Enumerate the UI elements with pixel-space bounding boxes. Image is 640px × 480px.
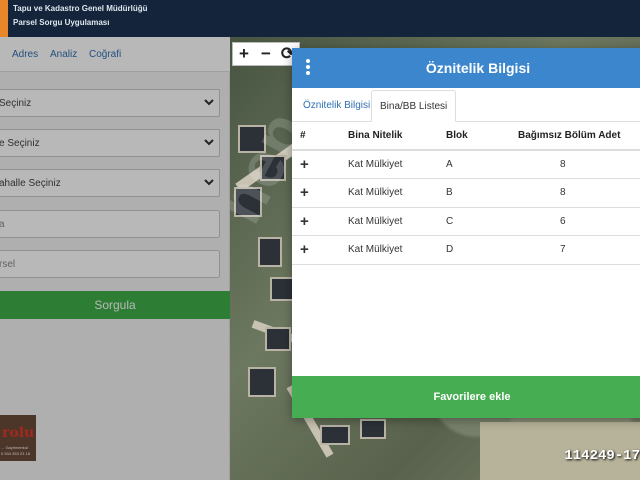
attribute-modal: Öznitelik Bilgisi Öznitelik Bilgisi Bina… bbox=[292, 48, 640, 418]
modal-title: Öznitelik Bilgisi bbox=[425, 60, 531, 76]
tab-bina-bb-listesi[interactable]: Bina/BB Listesi bbox=[371, 90, 457, 122]
table-row: + Kat Mülkiyet A 8 bbox=[292, 150, 640, 179]
col-header-adet: Bağımsız Bölüm Adet bbox=[518, 121, 640, 151]
app-header: Tapu ve Kadastro Genel Müdürlüğü Parsel … bbox=[0, 0, 640, 37]
tab-adres[interactable]: Adres bbox=[12, 49, 38, 60]
logo-subtitle: ... Gayrimenkul bbox=[1, 445, 28, 450]
col-header-index: # bbox=[292, 121, 340, 151]
tab-oznitelik-bilgisi[interactable]: Öznitelik Bilgisi bbox=[295, 90, 378, 122]
agency-logo: rolu ... Gayrimenkul 0 534 353 23 18 bbox=[0, 415, 36, 461]
col-header-nitelik: Bina Nitelik bbox=[340, 121, 436, 151]
zoom-in-button[interactable]: + bbox=[233, 43, 255, 65]
add-favorite-button[interactable]: Favorilere ekle bbox=[292, 376, 640, 418]
modal-tabs: Öznitelik Bilgisi Bina/BB Listesi bbox=[292, 90, 640, 122]
logo-phone: 0 534 353 23 18 bbox=[1, 451, 30, 456]
expand-row-icon[interactable]: + bbox=[300, 156, 309, 173]
map-building bbox=[270, 277, 294, 301]
cell-nitelik: Kat Mülkiyet bbox=[340, 235, 436, 265]
chevron-down-icon bbox=[204, 179, 214, 186]
parsel-input-placeholder: rsel bbox=[0, 259, 16, 270]
header-title: Tapu ve Kadastro Genel Müdürlüğü bbox=[13, 4, 148, 13]
expand-row-icon[interactable]: + bbox=[300, 213, 309, 230]
ada-input-placeholder: a bbox=[0, 219, 5, 230]
table-row: + Kat Mülkiyet C 6 bbox=[292, 207, 640, 236]
query-panel: Adres Analiz Coğrafi Seçiniz e Seçiniz a… bbox=[0, 37, 230, 480]
cell-nitelik: Kat Mülkiyet bbox=[340, 150, 436, 179]
expand-row-icon[interactable]: + bbox=[300, 241, 309, 258]
header-accent bbox=[0, 0, 8, 37]
cell-adet: 7 bbox=[518, 235, 640, 265]
zoom-out-button[interactable]: − bbox=[255, 43, 277, 65]
cell-adet: 8 bbox=[518, 150, 640, 179]
modal-header: Öznitelik Bilgisi bbox=[292, 48, 640, 88]
cell-nitelik: Kat Mülkiyet bbox=[340, 178, 436, 208]
header-subtitle: Parsel Sorgu Uygulaması bbox=[13, 18, 110, 27]
logo-text: rolu bbox=[2, 425, 35, 441]
chevron-down-icon bbox=[204, 139, 214, 146]
map-building bbox=[265, 327, 291, 351]
query-tabs: Adres Analiz Coğrafi bbox=[0, 37, 230, 72]
col-header-blok: Blok bbox=[436, 121, 518, 151]
tab-analiz[interactable]: Analiz bbox=[50, 49, 77, 60]
ilce-select[interactable]: e Seçiniz bbox=[0, 129, 220, 157]
chevron-down-icon bbox=[204, 99, 214, 106]
cell-blok: C bbox=[436, 207, 518, 236]
cell-adet: 8 bbox=[518, 178, 640, 208]
ilce-select-value: e Seçiniz bbox=[0, 138, 40, 149]
il-select[interactable]: Seçiniz bbox=[0, 89, 220, 117]
cell-blok: D bbox=[436, 235, 518, 265]
map-building bbox=[360, 419, 386, 439]
table-row: + Kat Mülkiyet B 8 bbox=[292, 178, 640, 208]
cell-blok: B bbox=[436, 178, 518, 208]
table-header-row: # Bina Nitelik Blok Bağımsız Bölüm Adet bbox=[292, 121, 640, 151]
cell-nitelik: Kat Mülkiyet bbox=[340, 207, 436, 236]
map-building bbox=[258, 237, 282, 267]
building-table: # Bina Nitelik Blok Bağımsız Bölüm Adet … bbox=[292, 121, 640, 265]
parsel-input[interactable]: rsel bbox=[0, 250, 220, 278]
table-row: + Kat Mülkiyet D 7 bbox=[292, 235, 640, 265]
expand-row-icon[interactable]: + bbox=[300, 184, 309, 201]
tab-cografi[interactable]: Coğrafi bbox=[89, 49, 121, 60]
map-toolbar: + − ⟳ bbox=[232, 42, 300, 66]
sorgula-button[interactable]: Sorgula bbox=[0, 291, 230, 319]
il-select-value: Seçiniz bbox=[0, 98, 32, 109]
cell-blok: A bbox=[436, 150, 518, 179]
mahalle-select[interactable]: ahalle Seçiniz bbox=[0, 169, 220, 197]
map-building bbox=[248, 367, 276, 397]
map-building bbox=[320, 425, 350, 445]
cell-adet: 6 bbox=[518, 207, 640, 236]
mahalle-select-value: ahalle Seçiniz bbox=[0, 178, 61, 189]
ada-input[interactable]: a bbox=[0, 210, 220, 238]
listing-id: 114249-17 bbox=[564, 448, 640, 464]
